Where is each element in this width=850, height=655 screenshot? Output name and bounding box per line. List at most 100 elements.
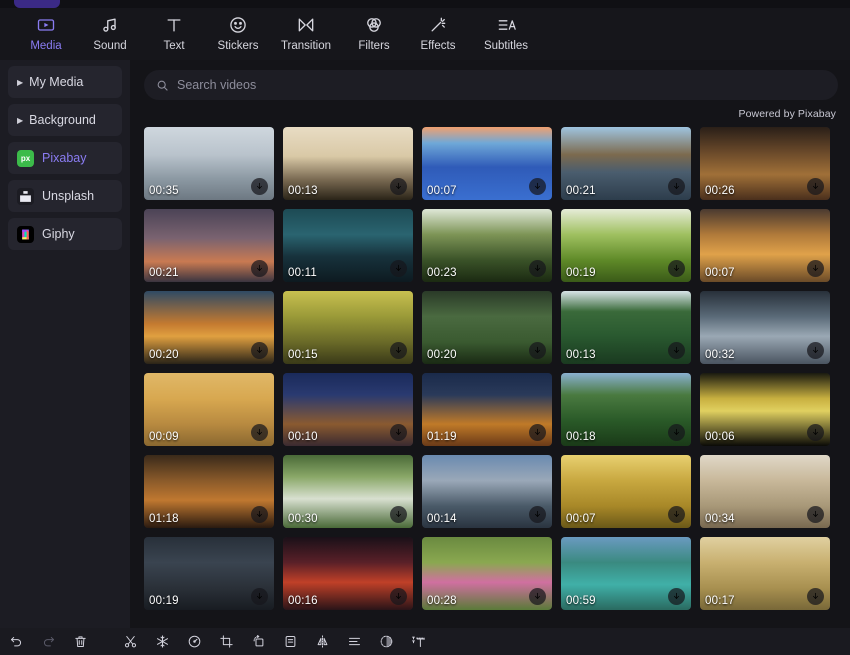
media-card[interactable]: 00:14	[422, 455, 552, 528]
download-arrow-icon[interactable]	[807, 260, 824, 277]
tab-subtitles[interactable]: Subtitles	[470, 8, 542, 60]
window-tab[interactable]	[14, 0, 60, 8]
download-arrow-icon[interactable]	[668, 342, 685, 359]
download-arrow-icon[interactable]	[390, 506, 407, 523]
giphy-icon	[17, 225, 34, 243]
download-arrow-icon[interactable]	[668, 424, 685, 441]
download-arrow-icon[interactable]	[390, 342, 407, 359]
media-card[interactable]: 00:19	[561, 209, 691, 282]
download-arrow-icon[interactable]	[529, 424, 546, 441]
download-arrow-icon[interactable]	[807, 342, 824, 359]
media-card[interactable]: 00:20	[144, 291, 274, 364]
download-arrow-icon[interactable]	[807, 178, 824, 195]
media-card[interactable]: 00:28	[422, 537, 552, 610]
download-arrow-icon[interactable]	[529, 342, 546, 359]
tab-effects[interactable]: Effects	[406, 8, 470, 60]
download-arrow-icon[interactable]	[668, 588, 685, 605]
sidebar-item-pixabay[interactable]: px Pixabay	[8, 142, 122, 174]
media-card[interactable]: 00:20	[422, 291, 552, 364]
download-arrow-icon[interactable]	[251, 506, 268, 523]
download-arrow-icon[interactable]	[807, 424, 824, 441]
media-card[interactable]: 00:13	[283, 127, 413, 200]
download-arrow-icon[interactable]	[668, 178, 685, 195]
tab-text[interactable]: Text	[142, 8, 206, 60]
scissors-icon	[123, 634, 138, 649]
download-arrow-icon[interactable]	[529, 260, 546, 277]
media-card[interactable]: 00:35	[144, 127, 274, 200]
media-card[interactable]: 01:19	[422, 373, 552, 446]
tab-sound[interactable]: Sound	[78, 8, 142, 60]
download-arrow-icon[interactable]	[390, 260, 407, 277]
download-arrow-icon[interactable]	[390, 588, 407, 605]
download-arrow-icon[interactable]	[529, 178, 546, 195]
tab-stickers[interactable]: Stickers	[206, 8, 270, 60]
media-play-icon	[36, 13, 56, 37]
align-button[interactable]	[338, 628, 370, 655]
media-card[interactable]: 00:23	[422, 209, 552, 282]
download-arrow-icon[interactable]	[668, 506, 685, 523]
download-arrow-icon[interactable]	[251, 424, 268, 441]
tab-transition[interactable]: Transition	[270, 8, 342, 60]
media-card[interactable]: 00:19	[144, 537, 274, 610]
media-card[interactable]: 00:07	[700, 209, 830, 282]
caption-button[interactable]	[274, 628, 306, 655]
download-arrow-icon[interactable]	[251, 342, 268, 359]
download-arrow-icon[interactable]	[251, 588, 268, 605]
media-card[interactable]: 00:26	[700, 127, 830, 200]
media-card[interactable]: 00:21	[561, 127, 691, 200]
media-card[interactable]: 00:16	[283, 537, 413, 610]
download-arrow-icon[interactable]	[807, 506, 824, 523]
media-card[interactable]: 00:06	[700, 373, 830, 446]
media-card[interactable]: 00:18	[561, 373, 691, 446]
mask-icon	[379, 634, 394, 649]
download-arrow-icon[interactable]	[390, 424, 407, 441]
media-duration: 00:09	[149, 431, 179, 443]
sidebar-item-giphy[interactable]: Giphy	[8, 218, 122, 250]
download-arrow-icon[interactable]	[807, 588, 824, 605]
sidebar-item-background[interactable]: ▶ Background	[8, 104, 122, 136]
crop-button[interactable]	[210, 628, 242, 655]
media-card[interactable]: 00:07	[561, 455, 691, 528]
undo-button[interactable]	[0, 628, 32, 655]
media-card[interactable]: 00:34	[700, 455, 830, 528]
rotate-button[interactable]	[242, 628, 274, 655]
download-arrow-icon[interactable]	[529, 506, 546, 523]
search-bar[interactable]	[144, 70, 838, 100]
download-arrow-icon[interactable]	[251, 178, 268, 195]
download-arrow-icon[interactable]	[251, 260, 268, 277]
media-sidebar: ▶ My Media ▶ Background px Pixabay Unsplash Gip…	[0, 60, 130, 628]
split-button[interactable]	[114, 628, 146, 655]
add-text-button[interactable]	[402, 628, 434, 655]
media-card[interactable]: 00:11	[283, 209, 413, 282]
download-arrow-icon[interactable]	[668, 260, 685, 277]
media-card[interactable]: 00:30	[283, 455, 413, 528]
mirror-button[interactable]	[306, 628, 338, 655]
unsplash-icon	[17, 187, 34, 205]
media-duration: 00:28	[427, 595, 457, 607]
redo-button[interactable]	[32, 628, 64, 655]
media-card[interactable]: 00:15	[283, 291, 413, 364]
media-card[interactable]: 00:07	[422, 127, 552, 200]
speed-button[interactable]	[178, 628, 210, 655]
media-card[interactable]: 00:21	[144, 209, 274, 282]
sidebar-item-my-media[interactable]: ▶ My Media	[8, 66, 122, 98]
delete-button[interactable]	[64, 628, 96, 655]
tab-media[interactable]: Media	[14, 8, 78, 60]
media-card[interactable]: 00:32	[700, 291, 830, 364]
sidebar-item-unsplash[interactable]: Unsplash	[8, 180, 122, 212]
media-card[interactable]: 00:10	[283, 373, 413, 446]
search-input[interactable]	[177, 78, 826, 92]
add-text-icon	[411, 634, 426, 649]
sidebar-item-label: Background	[29, 113, 96, 127]
media-card[interactable]: 00:17	[700, 537, 830, 610]
download-arrow-icon[interactable]	[390, 178, 407, 195]
media-card[interactable]: 01:18	[144, 455, 274, 528]
tab-filters[interactable]: Filters	[342, 8, 406, 60]
freeze-button[interactable]	[146, 628, 178, 655]
mask-button[interactable]	[370, 628, 402, 655]
media-card[interactable]: 00:13	[561, 291, 691, 364]
media-duration: 00:17	[705, 595, 735, 607]
download-arrow-icon[interactable]	[529, 588, 546, 605]
media-card[interactable]: 00:59	[561, 537, 691, 610]
media-card[interactable]: 00:09	[144, 373, 274, 446]
